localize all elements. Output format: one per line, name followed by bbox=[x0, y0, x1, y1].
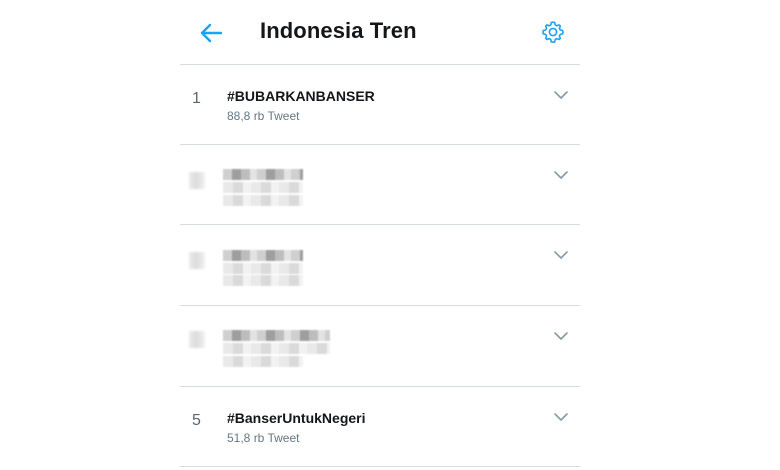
trend-row-redacted[interactable] bbox=[180, 225, 580, 305]
redacted-hashtag-line2 bbox=[223, 182, 303, 193]
trend-row[interactable]: 1 #BUBARKANBANSER 88,8 rb Tweet bbox=[180, 65, 580, 145]
redacted-rank bbox=[189, 252, 205, 269]
settings-button[interactable] bbox=[540, 19, 566, 45]
trend-rank: 1 bbox=[192, 90, 201, 107]
redacted-tweet-count bbox=[223, 275, 303, 286]
trend-row-redacted[interactable] bbox=[180, 306, 580, 386]
row-divider bbox=[180, 466, 580, 467]
chevron-down-icon[interactable] bbox=[553, 89, 569, 101]
trends-screen: Indonesia Tren 1 #BUBARKANBANSER 88,8 rb… bbox=[0, 0, 780, 470]
chevron-down-icon[interactable] bbox=[553, 411, 569, 423]
trend-row[interactable]: 5 #BanserUntukNegeri 51,8 rb Tweet bbox=[180, 387, 580, 467]
trend-tweet-count: 51,8 rb Tweet bbox=[227, 431, 300, 445]
trend-hashtag[interactable]: #BUBARKANBANSER bbox=[227, 88, 375, 104]
chevron-down-icon[interactable] bbox=[553, 249, 569, 261]
redacted-tweet-count bbox=[223, 356, 303, 367]
trend-hashtag[interactable]: #BanserUntukNegeri bbox=[227, 410, 366, 426]
redacted-hashtag bbox=[223, 169, 303, 180]
redacted-hashtag bbox=[223, 330, 330, 341]
redacted-tweet-count bbox=[223, 195, 303, 206]
chevron-down-icon[interactable] bbox=[553, 169, 569, 181]
trend-tweet-count: 88,8 rb Tweet bbox=[227, 109, 300, 123]
page-title: Indonesia Tren bbox=[260, 18, 417, 43]
gear-icon bbox=[542, 21, 564, 43]
trend-rank: 5 bbox=[192, 412, 201, 429]
redacted-rank bbox=[189, 331, 205, 348]
arrow-left-icon bbox=[200, 23, 222, 43]
trend-row-redacted[interactable] bbox=[180, 145, 580, 225]
redacted-hashtag-line2 bbox=[223, 343, 330, 354]
redacted-rank bbox=[189, 172, 205, 189]
redacted-hashtag bbox=[223, 250, 303, 261]
redacted-hashtag-line2 bbox=[223, 263, 303, 274]
chevron-down-icon[interactable] bbox=[553, 330, 569, 342]
back-button[interactable] bbox=[198, 20, 224, 46]
app-header: Indonesia Tren bbox=[180, 0, 580, 64]
